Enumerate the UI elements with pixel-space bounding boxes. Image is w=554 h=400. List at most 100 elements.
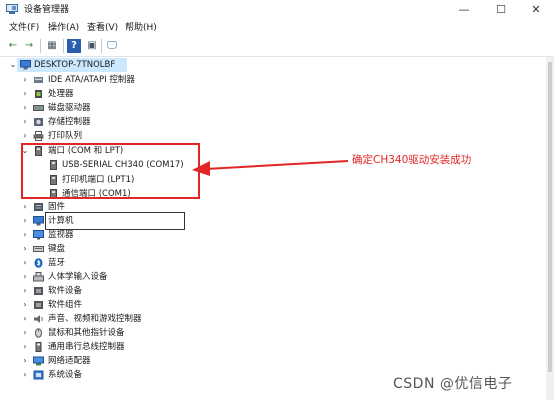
monitor-icon[interactable]: 🖵 xyxy=(105,39,119,53)
tree-item-monitor[interactable]: › 监视器 xyxy=(0,228,240,242)
ide-controller-icon xyxy=(34,77,43,83)
expand-chevron-icon[interactable]: › xyxy=(20,129,30,143)
tree-item-label: 磁盘驱动器 xyxy=(48,103,91,113)
tree-item-network[interactable]: › 网络适配器 xyxy=(0,354,240,368)
system-device-icon xyxy=(33,370,44,380)
expand-chevron-icon[interactable]: › xyxy=(20,101,30,115)
tree-item-label: 鼠标和其他指针设备 xyxy=(48,328,125,338)
expand-chevron-icon[interactable]: › xyxy=(20,354,30,368)
tree-item-label: IDE ATA/ATAPI 控制器 xyxy=(48,75,135,85)
tree-item-software-device[interactable]: › 软件设备 xyxy=(0,284,240,298)
forward-arrow-icon[interactable]: → xyxy=(22,39,36,53)
keyboard-icon xyxy=(33,246,44,252)
tree-item-disk[interactable]: › 磁盘驱动器 xyxy=(0,101,240,115)
tree-item-software-component[interactable]: › 软件组件 xyxy=(0,298,240,312)
menu-action[interactable]: 操作(A) xyxy=(48,21,79,35)
printer-icon xyxy=(33,131,44,141)
expand-chevron-icon[interactable]: › xyxy=(20,73,30,87)
tree-item-label: 存储控制器 xyxy=(48,117,91,127)
software-component-icon xyxy=(34,301,43,309)
annotation-text: 确定CH340驱动安装成功 xyxy=(352,154,472,166)
back-arrow-icon[interactable]: ← xyxy=(6,39,20,53)
tree-item-hid[interactable]: › 人体学输入设备 xyxy=(0,270,240,284)
expand-chevron-icon[interactable]: › xyxy=(20,115,30,129)
expand-chevron-icon[interactable]: › xyxy=(20,228,30,242)
expand-chevron-icon[interactable]: › xyxy=(20,242,30,256)
toolbar: ← → ▦ ? ▣ 🖵 xyxy=(0,36,554,57)
properties-icon[interactable]: ▦ xyxy=(45,39,59,53)
storage-controller-icon xyxy=(34,118,43,126)
computer-icon xyxy=(33,216,44,226)
expand-chevron-icon[interactable]: › xyxy=(20,340,30,354)
tree-item-label: 监视器 xyxy=(48,230,74,240)
close-button[interactable]: ✕ xyxy=(518,0,554,20)
menu-help[interactable]: 帮助(H) xyxy=(125,21,157,35)
expand-chevron-icon[interactable]: › xyxy=(20,326,30,340)
tree-item-mouse[interactable]: › 鼠标和其他指针设备 xyxy=(0,326,240,340)
annotation-arrow-icon xyxy=(192,160,349,176)
tree-item-processor[interactable]: › 处理器 xyxy=(0,87,240,101)
expand-chevron-icon[interactable]: › xyxy=(20,270,30,284)
computer-icon xyxy=(20,60,31,70)
tree-item-ide[interactable]: › IDE ATA/ATAPI 控制器 xyxy=(0,73,240,87)
tree-item-label: 系统设备 xyxy=(48,370,83,380)
tree-item-storage[interactable]: › 存储控制器 xyxy=(0,115,240,129)
tree-item-keyboard[interactable]: › 键盘 xyxy=(0,242,240,256)
monitor-icon xyxy=(33,230,44,240)
tree-root-label: DESKTOP-7TNOLBF xyxy=(34,60,116,70)
disk-drive-icon xyxy=(33,105,44,111)
watermark: CSDN @优信电子 xyxy=(393,376,513,392)
tree-item-label: 打印队列 xyxy=(48,131,83,141)
collapse-chevron-icon[interactable]: ⌄ xyxy=(8,58,18,72)
expand-chevron-icon[interactable]: › xyxy=(20,214,30,228)
tree-item-label: 人体学输入设备 xyxy=(48,272,108,282)
software-device-icon xyxy=(34,287,43,295)
title-bar: 设备管理器 — ☐ ✕ xyxy=(0,0,554,20)
firmware-icon xyxy=(34,203,43,211)
expand-chevron-icon[interactable]: › xyxy=(20,284,30,298)
tree-item-computer[interactable]: › 计算机 xyxy=(0,214,240,228)
usb-icon xyxy=(35,342,42,352)
tree-item-label: 声音、视频和游戏控制器 xyxy=(48,314,142,324)
ports-highlight-box xyxy=(21,143,200,199)
tree-root[interactable]: ⌄ DESKTOP-7TNOLBF xyxy=(0,58,200,72)
tree-item-label: 处理器 xyxy=(48,89,74,99)
tree-item-bluetooth[interactable]: › 蓝牙 xyxy=(0,256,240,270)
processor-icon xyxy=(35,90,42,98)
tree-item-usb[interactable]: › 通用串行总线控制器 xyxy=(0,340,240,354)
toolbar-separator xyxy=(40,39,41,53)
speaker-icon xyxy=(34,315,43,323)
tree-item-label: 蓝牙 xyxy=(48,258,66,268)
tree-item-print-queue[interactable]: › 打印队列 xyxy=(0,129,240,143)
tree-item-firmware[interactable]: › 固件 xyxy=(0,200,240,214)
device-tree: ⌄ DESKTOP-7TNOLBF › IDE ATA/ATAPI 控制器 › … xyxy=(0,57,554,400)
minimize-button[interactable]: — xyxy=(446,0,482,20)
tree-item-label: 计算机 xyxy=(48,216,74,226)
window-title: 设备管理器 xyxy=(24,5,70,15)
hid-icon xyxy=(33,272,44,282)
update-driver-icon[interactable]: ▣ xyxy=(85,39,99,53)
mouse-icon xyxy=(35,328,42,338)
tree-item-label: 键盘 xyxy=(48,244,66,254)
toolbar-separator xyxy=(101,39,102,53)
tree-item-label: 软件设备 xyxy=(48,286,83,296)
menu-view[interactable]: 查看(V) xyxy=(87,21,118,35)
menu-bar: 文件(F) 操作(A) 查看(V) 帮助(H) xyxy=(0,20,554,36)
maximize-button[interactable]: ☐ xyxy=(483,0,519,20)
device-manager-icon xyxy=(6,4,18,14)
help-icon[interactable]: ? xyxy=(67,39,81,53)
tree-item-label: 软件组件 xyxy=(48,300,83,310)
expand-chevron-icon[interactable]: › xyxy=(20,87,30,101)
expand-chevron-icon[interactable]: › xyxy=(20,312,30,326)
bluetooth-icon xyxy=(34,258,43,268)
menu-file[interactable]: 文件(F) xyxy=(9,21,39,35)
expand-chevron-icon[interactable]: › xyxy=(20,256,30,270)
toolbar-separator xyxy=(63,39,64,53)
expand-chevron-icon[interactable]: › xyxy=(20,368,30,382)
network-adapter-icon xyxy=(33,356,44,366)
expand-chevron-icon[interactable]: › xyxy=(20,200,30,214)
scrollbar-thumb[interactable] xyxy=(548,62,552,372)
expand-chevron-icon[interactable]: › xyxy=(20,298,30,312)
tree-item-system[interactable]: › 系统设备 xyxy=(0,368,240,382)
tree-item-sound[interactable]: › 声音、视频和游戏控制器 xyxy=(0,312,240,326)
